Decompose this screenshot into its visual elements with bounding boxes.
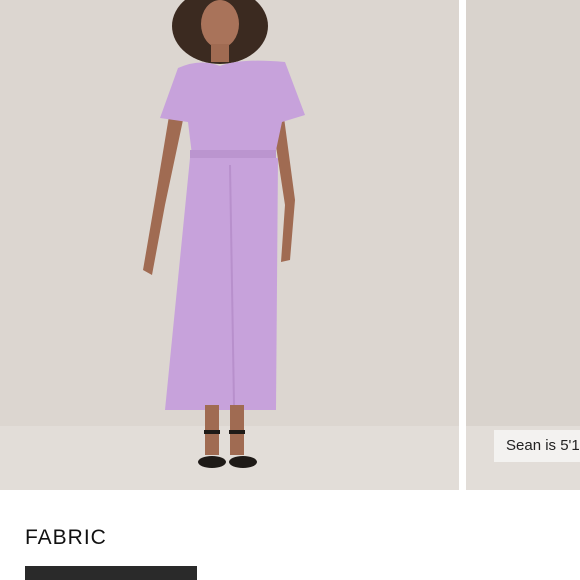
fabric-section-bar[interactable] [25,566,197,580]
product-image-main[interactable] [0,0,459,490]
product-image-carousel[interactable]: Sean is 5'10 [0,0,580,490]
model-illustration [143,0,305,468]
model-height-caption: Sean is 5'10 [494,430,580,462]
product-image-next[interactable] [466,0,580,490]
fabric-section-heading: FABRIC [25,526,107,549]
